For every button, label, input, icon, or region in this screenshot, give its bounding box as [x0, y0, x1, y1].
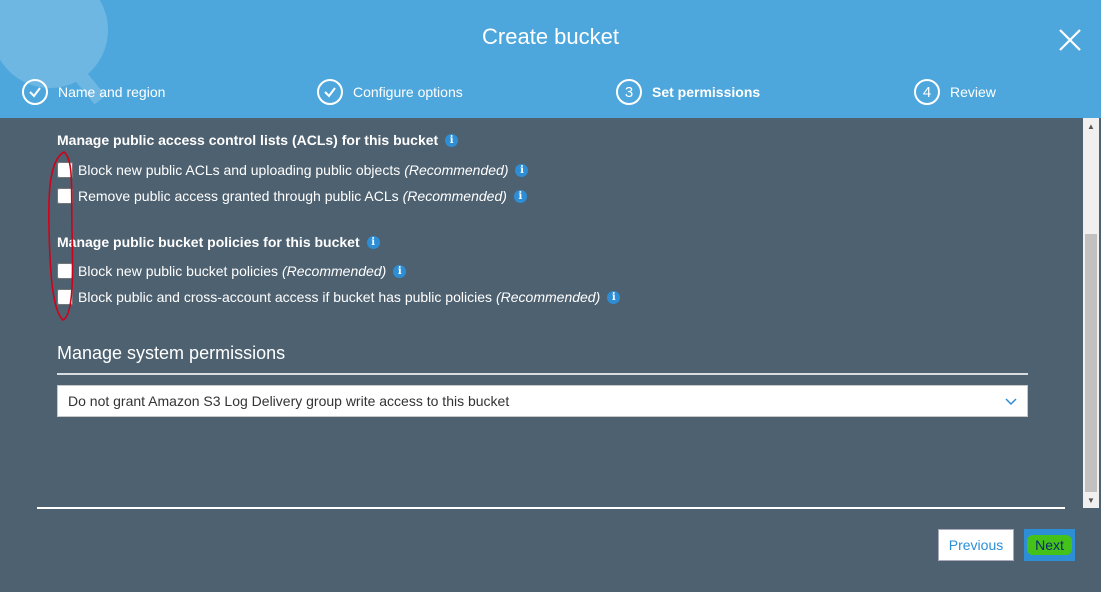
next-button[interactable]: Next: [1024, 529, 1075, 561]
step-label: Review: [950, 84, 996, 100]
info-icon[interactable]: i: [515, 163, 529, 177]
option-label: Remove public access granted through pub…: [78, 188, 399, 204]
recommended-tag: (Recommended): [282, 263, 387, 279]
previous-button[interactable]: Previous: [938, 529, 1014, 561]
step-number: 4: [914, 79, 940, 105]
scroll-up-arrow-icon[interactable]: ▲: [1083, 118, 1099, 134]
acl-section-heading: Manage public access control lists (ACLs…: [57, 132, 459, 148]
select-value: Do not grant Amazon S3 Log Delivery grou…: [68, 393, 510, 409]
log-delivery-select[interactable]: Do not grant Amazon S3 Log Delivery grou…: [57, 385, 1028, 417]
option-label: Block new public bucket policies: [78, 263, 278, 279]
option-block-new-policies[interactable]: Block new public bucket policies (Recomm…: [57, 263, 407, 279]
recommended-tag: (Recommended): [402, 188, 507, 204]
info-icon[interactable]: i: [513, 189, 527, 203]
step-set-permissions[interactable]: 3 Set permissions: [616, 78, 760, 106]
info-icon[interactable]: i: [393, 264, 407, 278]
modal-title: Create bucket: [482, 24, 619, 49]
section-divider: [57, 373, 1028, 375]
policy-section-heading: Manage public bucket policies for this b…: [57, 234, 380, 250]
system-permissions-title: Manage system permissions: [57, 343, 286, 363]
block-new-acls-checkbox[interactable]: [57, 162, 73, 178]
vertical-scrollbar[interactable]: ▲ ▼: [1083, 118, 1099, 508]
info-icon[interactable]: i: [607, 290, 621, 304]
close-icon[interactable]: [1057, 27, 1083, 53]
step-label: Set permissions: [652, 84, 761, 100]
chevron-down-icon: [1005, 398, 1017, 406]
checkmark-icon: [317, 79, 343, 105]
footer-divider: [37, 507, 1065, 509]
policy-heading-text: Manage public bucket policies for this b…: [57, 234, 360, 250]
option-label: Block public and cross-account access if…: [78, 289, 492, 305]
next-label: Next: [1035, 537, 1064, 553]
option-remove-acl-access[interactable]: Remove public access granted through pub…: [57, 188, 527, 204]
step-review[interactable]: 4 Review: [914, 78, 996, 106]
info-icon[interactable]: i: [366, 235, 380, 249]
step-name-and-region[interactable]: Name and region: [22, 78, 165, 106]
checkmark-icon: [22, 79, 48, 105]
option-label: Block new public ACLs and uploading publ…: [78, 162, 401, 178]
recommended-tag: (Recommended): [495, 289, 601, 305]
step-label: Configure options: [353, 84, 463, 100]
step-label: Name and region: [58, 84, 166, 100]
option-block-new-acls[interactable]: Block new public ACLs and uploading publ…: [57, 162, 529, 178]
option-block-cross-account[interactable]: Block public and cross-account access if…: [57, 289, 621, 305]
recommended-tag: (Recommended): [404, 162, 509, 178]
remove-acl-access-checkbox[interactable]: [57, 188, 73, 204]
block-cross-account-checkbox[interactable]: [57, 289, 73, 305]
info-icon[interactable]: i: [445, 133, 459, 147]
acl-heading-text: Manage public access control lists (ACLs…: [57, 132, 439, 148]
modal-header: Create bucket Name and region Configure …: [0, 0, 1101, 118]
step-number: 3: [616, 79, 642, 105]
block-new-policies-checkbox[interactable]: [57, 263, 73, 279]
scrollbar-thumb[interactable]: [1085, 234, 1097, 492]
step-configure-options[interactable]: Configure options: [317, 78, 463, 106]
scroll-down-arrow-icon[interactable]: ▼: [1083, 492, 1099, 508]
